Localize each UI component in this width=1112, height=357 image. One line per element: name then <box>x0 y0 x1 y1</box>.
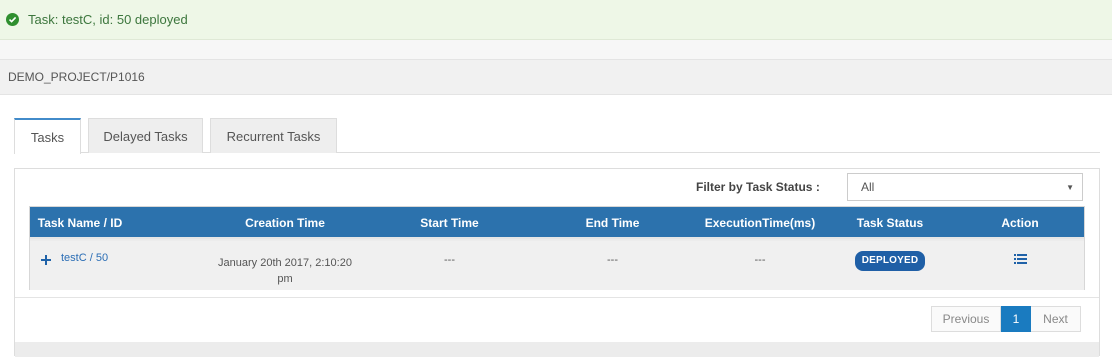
alert-message: Task: testC, id: 50 deployed <box>28 12 188 27</box>
tab-tasks-label: Tasks <box>30 129 65 145</box>
list-icon[interactable] <box>1013 254 1027 265</box>
tasks-table: Task Name / ID Creation Time Start Time … <box>29 206 1085 290</box>
end-time-cell: --- <box>607 254 618 266</box>
column-header-creation-time: Creation Time <box>245 216 325 230</box>
status-badge: DEPLOYED <box>854 251 926 271</box>
column-header-execution-time: ExecutionTime(ms) <box>704 216 816 230</box>
next-page-button[interactable]: Next <box>1031 306 1081 332</box>
success-alert: Task: testC, id: 50 deployed <box>0 0 1112 40</box>
spacer-strip <box>0 40 1112 59</box>
column-header-task-name: Task Name / ID <box>37 216 123 230</box>
creation-time-cell: January 20th 2017, 2:10:20 pm <box>200 241 370 290</box>
tab-delayed-tasks[interactable]: Delayed Tasks <box>88 118 203 153</box>
pagination: Previous 1 Next <box>931 306 1081 332</box>
task-link[interactable]: testC / 50 <box>61 252 108 264</box>
tab-delayed-tasks-label: Delayed Tasks <box>103 128 188 144</box>
task-status-cell: DEPLOYED <box>830 241 950 290</box>
column-header-action: Action <box>1001 216 1039 230</box>
previous-page-button[interactable]: Previous <box>931 306 1001 332</box>
column-header-task-status: Task Status <box>856 216 924 230</box>
filter-selected-value: All <box>861 180 875 194</box>
tab-tasks[interactable]: Tasks <box>14 118 81 154</box>
check-circle-icon <box>6 13 19 26</box>
expand-plus-icon[interactable] <box>40 254 52 266</box>
task-tabs: Tasks Delayed Tasks Recurrent Tasks <box>14 118 1100 154</box>
tab-recurrent-tasks-label: Recurrent Tasks <box>226 128 321 144</box>
column-header-start-time: Start Time <box>420 216 479 230</box>
table-header: Task Name / ID Creation Time Start Time … <box>30 207 1084 239</box>
column-header-end-time: End Time <box>585 216 640 230</box>
execution-time-cell: --- <box>754 254 766 266</box>
breadcrumb-bar: DEMO_PROJECT/P1016 <box>0 59 1112 95</box>
tab-recurrent-tasks[interactable]: Recurrent Tasks <box>210 118 337 153</box>
creation-time-line2: pm <box>277 272 293 285</box>
panel-divider <box>15 297 1099 298</box>
filter-label: Filter by Task Status : <box>696 180 820 194</box>
action-cell <box>970 241 1070 290</box>
table-row: testC / 50 January 20th 2017, 2:10:20 pm… <box>30 241 1084 290</box>
current-page-button[interactable]: 1 <box>1001 306 1031 332</box>
panel-footer <box>15 342 1099 357</box>
chevron-down-icon: ▼ <box>1066 183 1074 192</box>
breadcrumb: DEMO_PROJECT/P1016 <box>8 70 145 84</box>
creation-time-line1: January 20th 2017, 2:10:20 <box>218 256 352 269</box>
tasks-panel: Filter by Task Status : All ▼ Task Name … <box>14 168 1100 357</box>
task-status-filter-select[interactable]: All ▼ <box>847 173 1083 201</box>
start-time-cell: --- <box>444 254 455 266</box>
